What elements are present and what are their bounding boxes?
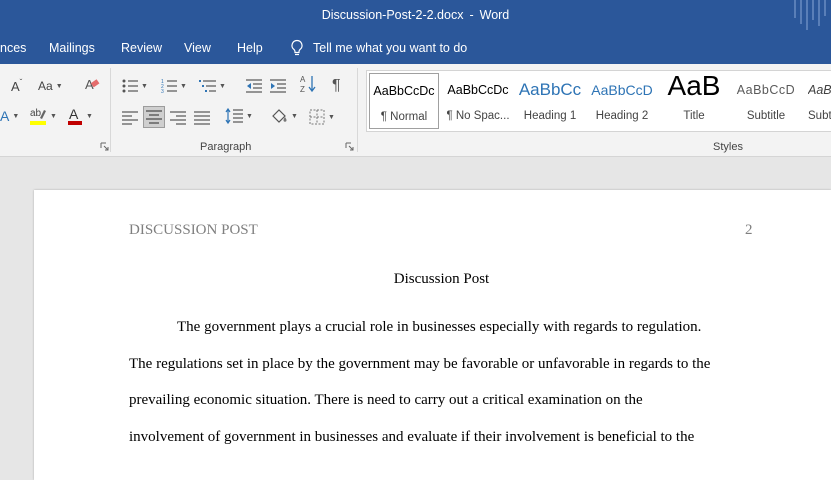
style-preview: AaBbCcD: [591, 82, 653, 98]
clear-formatting-button[interactable]: A: [84, 75, 100, 95]
body-line: The regulations set in place by the gove…: [129, 356, 711, 372]
body-line: The government plays a crucial role in b…: [177, 319, 702, 335]
align-right-button[interactable]: [170, 108, 186, 128]
style-preview: AaBbCcD: [736, 83, 796, 97]
style-name: ¶ No Spac...: [446, 110, 510, 122]
body-line: prevailing economic situation. There is …: [129, 392, 643, 408]
svg-text:ab: ab: [30, 108, 42, 119]
file-name: Discussion-Post-2-2.docx: [321, 8, 464, 22]
line-spacing-button[interactable]: ▼: [225, 106, 253, 126]
tab-view[interactable]: View: [184, 41, 211, 55]
sort-button[interactable]: A Z: [300, 74, 316, 94]
pilcrow-icon: ¶: [332, 77, 341, 94]
style-heading-1[interactable]: AaBbCc Heading 1: [515, 73, 585, 129]
tab-references[interactable]: nces: [0, 41, 26, 55]
document-title: Discussion Post: [393, 271, 490, 287]
styles-group-label: Styles: [713, 141, 743, 153]
font-color-icon: A: [68, 106, 82, 125]
bullets-button[interactable]: ▼: [122, 76, 148, 96]
style-preview: AaBbCcDc: [447, 83, 509, 97]
style-preview: AaBbCc: [518, 80, 582, 99]
style-heading-2[interactable]: AaBbCcD Heading 2: [587, 73, 657, 129]
running-head: DISCUSSION POST: [129, 222, 258, 238]
font-color-button[interactable]: A ▼: [67, 106, 93, 126]
align-left-icon: [122, 111, 138, 125]
shading-button[interactable]: ▼: [270, 106, 298, 126]
title-separator: -: [469, 8, 474, 22]
increase-indent-button[interactable]: [270, 76, 286, 96]
style-name: Heading 1: [523, 110, 577, 122]
eraser-icon: A: [85, 77, 100, 92]
style-preview: AaBbCcDc: [373, 84, 435, 98]
font-dialog-launcher-icon[interactable]: [100, 142, 109, 151]
decrease-indent-button[interactable]: [246, 76, 262, 96]
style-preview: AaBb: [808, 83, 831, 97]
numbered-list-icon: 123: [161, 79, 177, 93]
shrink-font-button[interactable]: Aˇ: [11, 76, 22, 96]
title-pattern-icon: [794, 0, 826, 30]
style-name: Heading 2: [595, 110, 649, 122]
paragraph-group-label: Paragraph: [200, 141, 252, 153]
document-page[interactable]: DISCUSSION POST 2 Discussion Post The go…: [34, 190, 831, 480]
align-right-icon: [170, 111, 186, 125]
decrease-indent-icon: [246, 79, 262, 93]
text-effects-button[interactable]: A ▼: [0, 106, 19, 126]
style-name: Subtl: [808, 110, 831, 122]
style-preview: AaB: [667, 70, 721, 101]
show-formatting-button[interactable]: ¶: [332, 76, 341, 96]
title-bar: Discussion-Post-2-2.docx - Word: [0, 0, 831, 34]
shrink-font-icon: A: [11, 78, 20, 94]
style-name: ¶ Normal: [380, 111, 428, 123]
increase-indent-icon: [270, 79, 286, 93]
window-title: Discussion-Post-2-2.docx - Word: [0, 8, 831, 22]
svg-text:3: 3: [161, 89, 164, 93]
justify-button[interactable]: [194, 108, 210, 128]
style-subtle-emphasis[interactable]: AaBb Subtl: [803, 73, 831, 129]
sort-az-icon: A Z: [300, 75, 316, 94]
multilevel-list-icon: [199, 80, 216, 92]
align-center-icon: [146, 110, 162, 124]
borders-button[interactable]: ▼: [309, 107, 335, 127]
tell-me-label: Tell me what you want to do: [313, 41, 468, 55]
style-title[interactable]: AaB Title: [659, 70, 729, 129]
svg-text:A: A: [69, 106, 79, 122]
change-case-button[interactable]: Aa ▼: [38, 76, 63, 96]
tab-review[interactable]: Review: [121, 41, 162, 55]
style-subtitle[interactable]: AaBbCcD Subtitle: [731, 73, 801, 129]
app-name: Word: [479, 8, 510, 22]
borders-icon: [309, 109, 325, 125]
lightbulb-icon: [291, 39, 303, 56]
svg-text:Z: Z: [300, 85, 305, 94]
change-case-label: Aa: [38, 79, 53, 93]
line-spacing-icon: [225, 107, 243, 125]
group-divider: [357, 68, 358, 152]
ribbon-tabs: nces Mailings Review View Help Tell me w…: [0, 34, 831, 64]
multilevel-list-button[interactable]: ▼: [199, 76, 226, 96]
tab-mailings[interactable]: Mailings: [49, 41, 95, 55]
paragraph-dialog-launcher-icon[interactable]: [345, 142, 354, 151]
styles-gallery: AaBbCcDc ¶ Normal AaBbCcDc ¶ No Spac... …: [366, 70, 831, 132]
page-number: 2: [745, 222, 753, 238]
ribbon: Aˇ Aa ▼ A A ▼ ab ▼ A ▼ ▼ 1 2 3 ▼ ▼ A Z ¶…: [0, 64, 831, 157]
highlight-color-button[interactable]: ab ▼: [29, 106, 57, 126]
numbering-button[interactable]: 123 ▼: [161, 76, 187, 96]
style-no-spacing[interactable]: AaBbCcDc ¶ No Spac...: [443, 73, 513, 129]
align-center-button[interactable]: [143, 106, 165, 128]
body-line: involvement of government in businesses …: [129, 429, 695, 445]
bullet-list-icon: [122, 79, 138, 93]
tell-me-search[interactable]: Tell me what you want to do: [290, 39, 467, 57]
text-effects-icon: A: [0, 108, 10, 124]
style-name: Title: [683, 110, 705, 122]
justify-icon: [194, 111, 210, 125]
style-normal[interactable]: AaBbCcDc ¶ Normal: [369, 73, 439, 129]
group-divider: [110, 68, 111, 152]
highlighter-icon: ab: [30, 108, 46, 125]
paint-bucket-icon: [272, 109, 287, 123]
svg-text:A: A: [300, 75, 306, 84]
align-left-button[interactable]: [122, 108, 138, 128]
document-canvas: DISCUSSION POST 2 Discussion Post The go…: [0, 157, 831, 480]
tab-help[interactable]: Help: [237, 41, 263, 55]
style-name: Subtitle: [746, 110, 786, 122]
